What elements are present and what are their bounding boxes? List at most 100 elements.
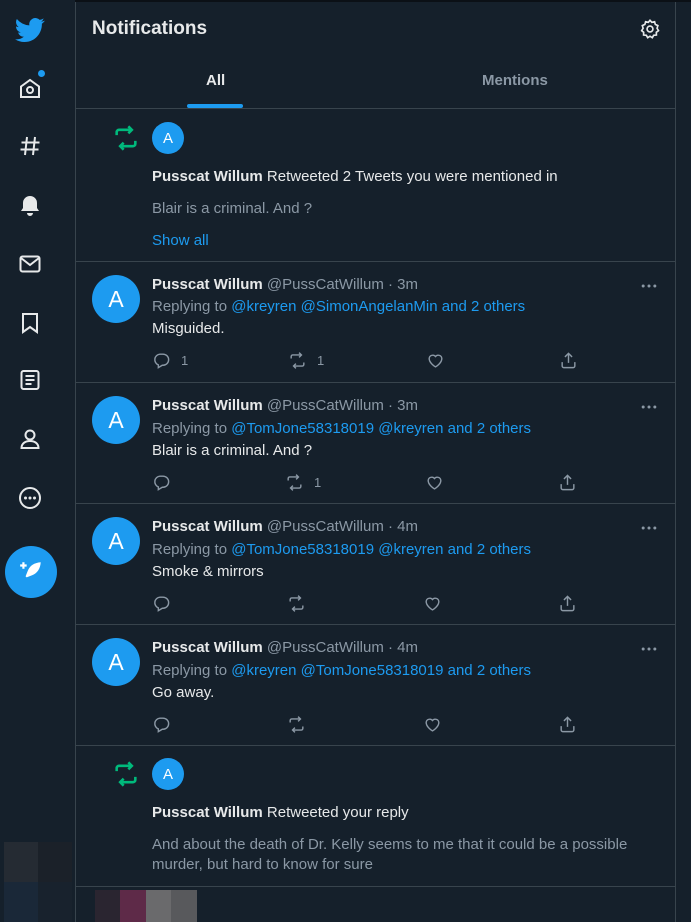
author-handle[interactable]: @PussCatWillum [267,397,384,414]
replying-to: Replying to @TomJone58318019 @kreyren an… [152,541,531,558]
tweet-text: Blair is a criminal. And ? [152,442,313,459]
tweet[interactable]: A Pusscat Willum @PussCatWillum · 3m Rep… [76,262,675,382]
tweet[interactable]: A Pusscat Willum @PussCatWillum · 4m Rep… [76,625,675,745]
tweet-time[interactable]: · 3m [388,397,418,414]
retweet-icon [289,595,304,612]
gear-icon[interactable] [639,18,661,40]
notification-header: Pusscat Willum Retweeted 2 Tweets you we… [152,168,558,185]
tweet-header: Pusscat Willum @PussCatWillum · 4m [152,639,418,656]
unread-dot [38,70,45,77]
heart-icon [425,597,440,611]
heart-icon [425,718,440,732]
tab-all[interactable]: All [206,72,225,89]
replying-to-users[interactable]: @TomJone58318019 @kreyren and 2 others [231,541,531,558]
tweet-header: Pusscat Willum @PussCatWillum · 3m [152,276,418,293]
sidebar-item-lists[interactable] [12,362,48,398]
share-button[interactable] [558,715,577,734]
tweet-header: Pusscat Willum @PussCatWillum · 4m [152,518,418,535]
tweet-time[interactable]: · 3m [388,276,418,293]
reply-icon [154,353,170,369]
replying-prefix: Replying to [152,420,228,437]
tweet[interactable]: A Pusscat Willum @PussCatWillum · 3m Rep… [76,383,675,503]
avatar[interactable]: A [92,638,140,686]
author-name[interactable]: Pusscat Willum [152,276,263,293]
retweet-notification[interactable]: A Pusscat Willum Retweeted your reply An… [76,746,675,886]
action-text: Retweeted your reply [266,804,409,821]
reply-icon [154,596,170,612]
avatar[interactable]: A [92,396,140,444]
retweet-icon [115,125,137,151]
reply-button[interactable]: 1 [152,351,188,370]
tab-mentions[interactable]: Mentions [482,72,548,89]
replying-to-users[interactable]: @kreyren @SimonAngelanMin and 2 others [231,298,525,315]
like-button[interactable] [425,473,454,492]
author-handle[interactable]: @PussCatWillum [267,639,384,656]
reply-button[interactable] [152,473,181,492]
sidebar-item-messages[interactable] [12,246,48,282]
replying-to: Replying to @kreyren @SimonAngelanMin an… [152,298,525,315]
share-button[interactable] [559,351,578,370]
divider [76,886,675,887]
twitter-logo-icon[interactable] [12,12,48,48]
retweet-button[interactable]: 1 [285,473,321,492]
bookmark-icon [22,313,38,334]
replying-to-users[interactable]: @TomJone58318019 @kreyren and 2 others [231,420,531,437]
retweet-button[interactable]: 1 [288,351,324,370]
tweet-time[interactable]: · 4m [388,639,418,656]
more-options-icon[interactable] [639,518,659,538]
like-button[interactable] [426,351,455,370]
replying-to: Replying to @kreyren @TomJone58318019 an… [152,662,531,679]
compose-tweet-button[interactable] [5,546,57,598]
mail-icon [19,255,41,273]
tweet-text: Go away. [152,684,215,701]
author-name[interactable]: Pusscat Willum [152,639,263,656]
actor-name[interactable]: Pusscat Willum [152,804,263,821]
tweet-header: Pusscat Willum @PussCatWillum · 3m [152,397,418,414]
share-button[interactable] [558,594,577,613]
replying-prefix: Replying to [152,662,228,679]
more-options-icon[interactable] [639,276,659,296]
avatar[interactable]: A [92,517,140,565]
hashtag-icon [20,136,40,156]
show-all-link[interactable]: Show all [152,232,209,249]
share-button[interactable] [558,473,577,492]
share-icon [560,595,575,612]
avatar[interactable]: A [152,122,184,154]
actor-name[interactable]: Pusscat Willum [152,168,263,185]
author-handle[interactable]: @PussCatWillum [267,276,384,293]
tweet-time[interactable]: · 4m [388,518,418,535]
more-options-icon[interactable] [639,397,659,417]
sidebar-item-bookmarks[interactable] [12,305,48,341]
like-button[interactable] [423,594,452,613]
author-name[interactable]: Pusscat Willum [152,397,263,414]
tweet[interactable]: A Pusscat Willum @PussCatWillum · 4m Rep… [76,504,675,624]
list-icon [20,370,40,390]
page-title: Notifications [92,18,208,39]
person-icon [20,429,40,449]
heart-icon [428,354,443,368]
reply-button[interactable] [152,594,181,613]
retweet-button[interactable] [287,715,316,734]
feather-plus-icon [20,562,41,581]
replying-to-users[interactable]: @kreyren @TomJone58318019 and 2 others [231,662,531,679]
heart-icon [427,476,442,490]
author-handle[interactable]: @PussCatWillum [267,518,384,535]
like-button[interactable] [423,715,452,734]
sidebar-item-explore[interactable] [12,128,48,164]
author-name[interactable]: Pusscat Willum [152,518,263,535]
sidebar-item-home[interactable] [12,70,48,106]
retweet-notification[interactable]: A Pusscat Willum Retweeted 2 Tweets you … [76,109,675,261]
sidebar-item-notifications[interactable] [12,188,48,224]
sidebar-item-more[interactable] [12,480,48,516]
retweet-icon [287,474,302,491]
notifications-column: Notifications All Mentions A Pusscat Wil… [75,2,676,922]
sidebar-item-profile[interactable] [12,421,48,457]
more-options-icon[interactable] [639,639,659,659]
more-circle-icon [19,487,41,509]
reply-button[interactable] [152,715,181,734]
retweet-button[interactable] [287,594,316,613]
avatar[interactable]: A [92,275,140,323]
sidebar [0,0,75,922]
avatar[interactable]: A [152,758,184,790]
replying-prefix: Replying to [152,298,228,315]
